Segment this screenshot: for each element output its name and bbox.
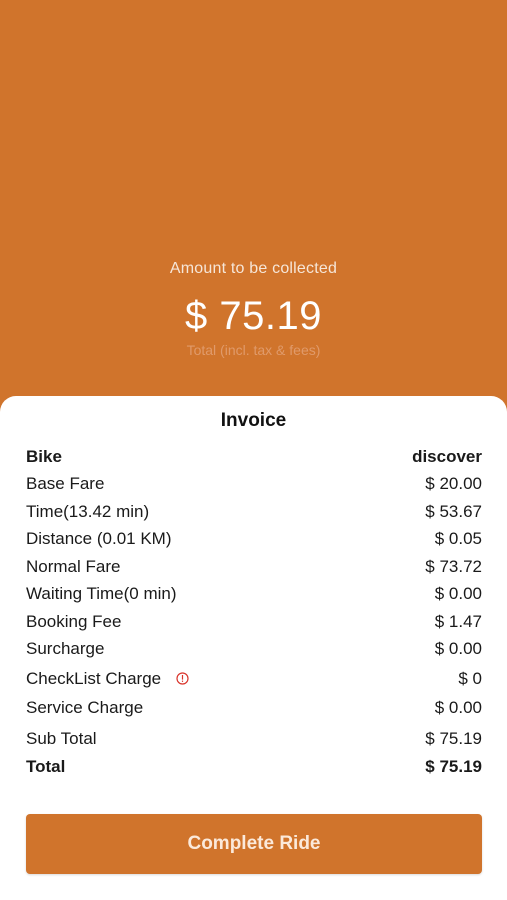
info-circle-icon[interactable] (176, 672, 189, 685)
subtotal-label: Sub Total (26, 729, 97, 749)
fare-label: Service Charge (26, 697, 144, 717)
fare-row-checklist-charge: CheckList Charge $ 0 (26, 663, 482, 694)
fare-value: $ 53.67 (425, 501, 482, 521)
fare-row-surcharge: Surcharge $ 0.00 (26, 636, 482, 664)
vehicle-label: Bike (26, 446, 62, 466)
fare-label: Booking Fee (26, 611, 122, 631)
fare-row-distance: Distance (0.01 KM) $ 0.05 (26, 526, 482, 554)
amount-caption: Amount to be collected (169, 260, 338, 277)
invoice-rows: Bike discover Base Fare $ 20.00 Time(13.… (26, 443, 482, 781)
fare-label: Distance (0.01 KM) (26, 529, 172, 549)
total-label: Total (26, 756, 66, 776)
total-value: $ 75.19 (425, 756, 482, 776)
fare-row-base-fare: Base Fare $ 20.00 (26, 471, 482, 499)
fare-value: $ 0 (458, 668, 482, 688)
fare-label: Surcharge (26, 639, 105, 659)
fare-row-time: Time(13.42 min) $ 53.67 (26, 498, 482, 526)
amount-header: Amount to be collected $ 75.19 Total (in… (0, 0, 507, 420)
fare-label: Base Fare (26, 474, 105, 494)
fare-row-booking-fee: Booking Fee $ 1.47 (26, 608, 482, 636)
fare-value: $ 0.05 (434, 529, 482, 549)
amount-value: $ 75.19 (185, 294, 322, 338)
subtotal-value: $ 75.19 (425, 729, 482, 749)
invoice-card: Invoice Bike discover Base Fare $ 20.00 … (0, 396, 507, 900)
total-row: Total $ 75.19 (26, 753, 482, 781)
vehicle-value: discover (412, 446, 482, 466)
vehicle-row: Bike discover (26, 443, 482, 471)
invoice-title: Invoice (220, 410, 287, 431)
fare-value: $ 0.00 (434, 639, 482, 659)
fare-label-group: CheckList Charge (26, 669, 189, 689)
subtotal-row: Sub Total $ 75.19 (26, 726, 482, 754)
amount-subcaption: Total (incl. tax & fees) (186, 342, 321, 358)
fare-row-service-charge: Service Charge $ 0.00 (26, 694, 482, 722)
fare-row-normal-fare: Normal Fare $ 73.72 (26, 553, 482, 581)
fare-label: Normal Fare (26, 556, 121, 576)
complete-ride-button[interactable]: Complete Ride (26, 814, 482, 874)
fare-value: $ 20.00 (425, 474, 482, 494)
fare-label: Time(13.42 min) (26, 501, 150, 521)
fare-row-waiting-time: Waiting Time(0 min) $ 0.00 (26, 581, 482, 609)
fare-value: $ 0.00 (434, 584, 482, 604)
fare-label: Waiting Time(0 min) (26, 584, 177, 604)
fare-value: $ 73.72 (425, 556, 482, 576)
fare-value: $ 1.47 (434, 611, 482, 631)
fare-value: $ 0.00 (434, 697, 482, 717)
fare-label: CheckList Charge (26, 668, 162, 688)
